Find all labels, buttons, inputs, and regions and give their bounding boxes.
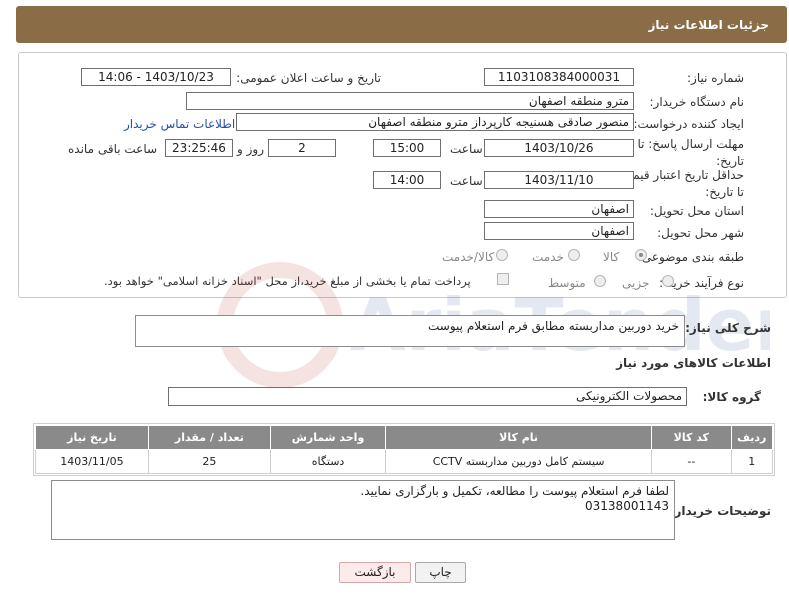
goods-table: ردیف کد کالا نام کالا واحد شمارش تعداد /…: [35, 425, 774, 474]
goods-table-wrapper: ردیف کد کالا نام کالا واحد شمارش تعداد /…: [33, 423, 775, 476]
page-title: جزئیات اطلاعات نیاز: [648, 18, 769, 32]
goods-group-field: محصولات الکترونیکی: [168, 387, 687, 406]
response-time-label: ساعت: [450, 142, 483, 156]
price-validity-date-field: 1403/11/10: [484, 171, 634, 189]
days-field: 2: [268, 139, 336, 157]
process-medium-radio[interactable]: [594, 275, 606, 287]
response-date-field: 1403/10/26: [484, 139, 634, 157]
back-button[interactable]: بازگشت: [339, 562, 411, 583]
treasury-payment-checkbox[interactable]: [497, 273, 509, 285]
delivery-city-label: شهر محل تحویل:: [657, 226, 744, 240]
need-number-field: 1103108384000031: [484, 68, 634, 86]
cell-item-code: --: [651, 449, 732, 474]
category-goods-service-radio[interactable]: [496, 249, 508, 261]
col-item-name: نام کالا: [385, 425, 653, 450]
col-unit: واحد شمارش: [269, 425, 387, 450]
announce-datetime-field: 1403/10/23 - 14:06: [81, 68, 231, 86]
creator-field: منصور صادقی هسنیجه کارپرداز مترو منطقه ا…: [236, 113, 634, 131]
remaining-time-label: ساعت باقی مانده: [68, 142, 158, 156]
process-medium-label: متوسط: [548, 276, 586, 290]
cell-need-date: 1403/11/05: [35, 449, 149, 474]
response-deadline-label: مهلت ارسال پاسخ: تا تاریخ:: [637, 137, 744, 168]
days-label: روز و: [237, 142, 264, 156]
col-item-code: کد کالا: [651, 425, 732, 450]
table-row: 1 -- سیستم کامل دوربین مداربسته CCTV دست…: [35, 449, 774, 474]
delivery-city-field: اصفهان: [484, 222, 634, 240]
treasury-payment-note: پرداخت تمام یا بخشی از مبلغ خرید،از محل …: [104, 274, 471, 288]
category-service-radio[interactable]: [568, 249, 580, 261]
buyer-contact-link[interactable]: اطلاعات تماس خریدار: [124, 117, 235, 131]
price-validity-time-label: ساعت: [450, 174, 483, 188]
col-row-number: ردیف: [730, 425, 774, 450]
buyer-notes-label: توضیحات خریدار:: [669, 504, 771, 518]
buyer-org-label: نام دستگاه خریدار:: [649, 95, 745, 109]
cell-row-number: 1: [730, 449, 774, 474]
description-textarea[interactable]: خرید دوربین مداربسته مطابق فرم استعلام پ…: [135, 315, 685, 347]
response-time-field: 15:00: [373, 139, 441, 157]
buyer-notes-textarea[interactable]: لطفا فرم استعلام پیوست را مطالعه، تکمیل …: [51, 480, 675, 540]
category-service-label: خدمت: [532, 250, 564, 264]
process-minor-label: جزیی: [622, 276, 650, 290]
cell-item-name: سیستم کامل دوربین مداربسته CCTV: [385, 449, 653, 474]
need-number-label: شماره نیاز:: [687, 71, 744, 85]
goods-table-header: ردیف کد کالا نام کالا واحد شمارش تعداد /…: [35, 425, 774, 450]
category-label: طبقه بندی موضوعی:: [637, 250, 744, 264]
print-button[interactable]: چاپ: [415, 562, 466, 583]
col-quantity: تعداد / مقدار: [147, 425, 271, 450]
process-minor-radio[interactable]: [662, 275, 674, 287]
category-goods-service-label: کالا/خدمت: [442, 250, 495, 264]
creator-label: ایجاد کننده درخواست:: [633, 117, 744, 131]
description-label: شرح کلی نیاز:: [685, 321, 771, 335]
cell-quantity: 25: [147, 449, 271, 474]
category-goods-label: کالا: [603, 250, 620, 264]
delivery-province-field: اصفهان: [484, 200, 634, 218]
goods-section-title: اطلاعات کالاهای مورد نیاز: [616, 356, 771, 370]
goods-group-label: گروه کالا:: [702, 390, 761, 404]
announce-datetime-label: تاریخ و ساعت اعلان عمومی:: [236, 71, 381, 85]
page-header: جزئیات اطلاعات نیاز: [16, 6, 787, 43]
delivery-province-label: استان محل تحویل:: [649, 204, 744, 218]
col-need-date: تاریخ نیاز: [35, 425, 149, 450]
buyer-org-field: مترو منطقه اصفهان: [186, 92, 634, 110]
price-validity-time-field: 14:00: [373, 171, 441, 189]
category-goods-radio[interactable]: [635, 249, 647, 261]
cell-unit: دستگاه: [269, 449, 387, 474]
remaining-time-field: 23:25:46: [165, 139, 233, 157]
